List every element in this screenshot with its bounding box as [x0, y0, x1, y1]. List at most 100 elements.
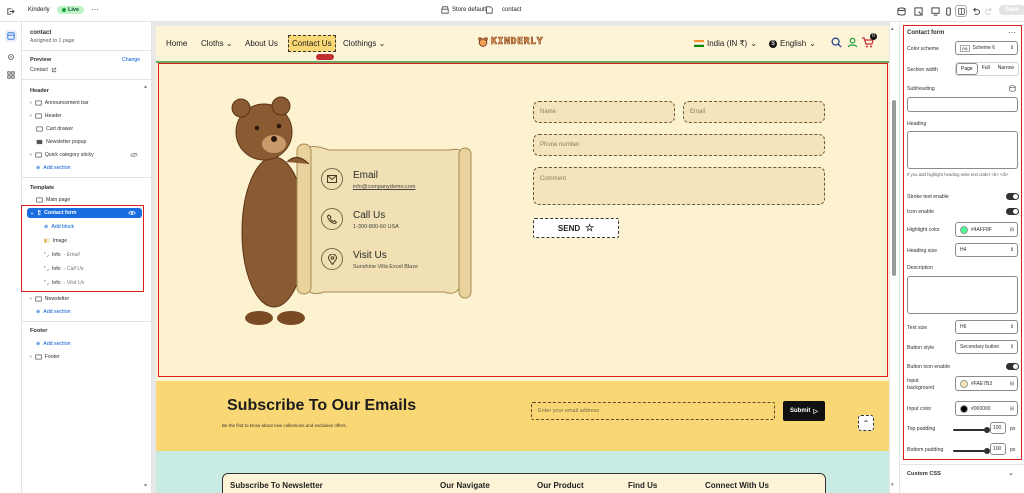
description-label: Description: [907, 265, 933, 271]
heading-textarea[interactable]: [907, 131, 1018, 169]
width-option-page[interactable]: Page: [956, 63, 978, 75]
inspector-icon[interactable]: [912, 5, 924, 17]
subscribe-submit-button[interactable]: Submit ▷: [783, 401, 825, 421]
dynamic-source-icon[interactable]: [1009, 85, 1016, 92]
canvas-scrollbar[interactable]: ▴ ▾: [890, 22, 899, 493]
mobile-view-icon[interactable]: [942, 5, 954, 17]
subscribe-title: Subscribe To Our Emails: [227, 397, 417, 414]
block-sub: - Call Us: [63, 266, 84, 272]
database-icon[interactable]: [895, 5, 907, 17]
name-input[interactable]: Name: [533, 101, 675, 123]
sidebar-item-announcement-bar[interactable]: › Announcement bar: [30, 100, 89, 106]
bottom-padding-slider[interactable]: [953, 450, 985, 452]
scrollbar-thumb[interactable]: [892, 100, 896, 276]
icon-enable-toggle[interactable]: [1006, 208, 1019, 215]
language-selector[interactable]: $ English ⌄: [769, 39, 816, 48]
preview-value[interactable]: Contact: [30, 67, 57, 73]
template-add-section-button[interactable]: ⊕ Add section: [36, 309, 70, 315]
exit-icon[interactable]: [4, 5, 16, 17]
block-info-call[interactable]: ⌜⌟ Info - Call Us: [44, 266, 83, 272]
sidebar-item-footer[interactable]: › Footer: [30, 354, 60, 360]
input-bg-color-picker[interactable]: #FAE7B3 ⊟: [955, 376, 1018, 391]
input-color-picker[interactable]: #000000 ⊟: [955, 401, 1018, 416]
add-block-button[interactable]: ⊕ Add block: [44, 224, 74, 230]
nav-cloths[interactable]: Cloths ⌄: [201, 39, 233, 48]
nav-home[interactable]: Home: [166, 39, 187, 48]
nav-clothings[interactable]: Clothings ⌄: [343, 39, 385, 48]
input-color-value: #000000: [971, 405, 991, 412]
chevron-down-icon[interactable]: ⌄: [1008, 469, 1014, 477]
heading-help-text: If you add highlight heading write text …: [907, 172, 1009, 177]
divider: [22, 177, 152, 178]
store-logo[interactable]: KINDERLY: [478, 36, 543, 47]
top-padding-slider[interactable]: [953, 429, 985, 431]
footer-add-section-button[interactable]: ⊕ Add section: [36, 341, 70, 347]
store-selector[interactable]: Store default: [441, 6, 486, 14]
sections-icon[interactable]: [5, 30, 17, 42]
more-menu-button[interactable]: ···: [91, 5, 99, 14]
sidebar-item-main-page[interactable]: Main page: [36, 197, 70, 203]
sidebar-item-newsletter-popup[interactable]: Newsletter popup: [36, 139, 86, 145]
collapse-icon[interactable]: ▴: [144, 83, 147, 90]
block-info-visit[interactable]: ⌜⌟ Info - Visit Us: [44, 280, 84, 286]
undo-icon[interactable]: [969, 5, 981, 17]
sidebar-item-cart-drawer[interactable]: Cart drawer: [36, 126, 73, 132]
text-size-select[interactable]: H6 ⇕: [955, 320, 1018, 334]
block-image[interactable]: ▮▯ Image: [44, 238, 67, 244]
heading-size-select[interactable]: H4 ⇕: [955, 243, 1018, 257]
sidebar-item-quick-category[interactable]: › Quick category sticky: [30, 152, 94, 158]
color-scheme-select[interactable]: Aa Scheme 6 ⇕: [955, 41, 1018, 55]
scroll-down-icon[interactable]: ▾: [891, 482, 894, 488]
phone-input[interactable]: Phone number: [533, 134, 825, 156]
search-icon[interactable]: [831, 37, 842, 48]
select-arrows-icon: ⇕: [1009, 247, 1014, 253]
subscribe-email-input[interactable]: Enter your email address: [531, 402, 775, 420]
visibility-eye-icon[interactable]: [128, 210, 136, 216]
block-icon: ⌜⌟: [44, 280, 49, 286]
button-icon-toggle[interactable]: [1006, 363, 1019, 370]
info-email-value[interactable]: info@companydemo.com: [353, 184, 415, 190]
phone-icon: [327, 214, 337, 224]
page-selector[interactable]: contact: [485, 6, 521, 14]
country-selector[interactable]: India (IN ₹) ⌄: [694, 39, 757, 48]
top-padding-input[interactable]: 100: [990, 422, 1006, 434]
block-info-email[interactable]: ⌜⌟ Info - Email: [44, 252, 80, 258]
width-option-full[interactable]: Full: [978, 63, 994, 75]
header-add-section-button[interactable]: ⊕ Add section: [36, 165, 70, 171]
scroll-down-icon[interactable]: ▾: [144, 482, 147, 489]
apps-icon[interactable]: [5, 69, 17, 81]
preview-change-link[interactable]: Change: [122, 57, 140, 63]
custom-css-header[interactable]: Custom CSS: [907, 471, 941, 477]
redo-icon[interactable]: [983, 5, 995, 17]
comment-textarea[interactable]: Comment: [533, 167, 825, 205]
stroke-text-toggle[interactable]: [1006, 193, 1019, 200]
button-style-select[interactable]: Secondary button ⇕: [955, 340, 1018, 354]
bottom-padding-input[interactable]: 100: [990, 443, 1006, 455]
description-textarea[interactable]: [907, 276, 1018, 314]
sidebar-item-newsletter[interactable]: › Newsletter: [30, 296, 69, 302]
theme-settings-icon[interactable]: [5, 51, 17, 63]
send-button[interactable]: SEND ☆: [533, 218, 619, 238]
nav-about[interactable]: About Us: [245, 39, 278, 48]
panel-more-button[interactable]: ···: [1008, 28, 1016, 37]
email-input[interactable]: Email: [683, 101, 825, 123]
fullscreen-view-icon[interactable]: [955, 5, 967, 17]
hidden-eye-icon[interactable]: [130, 152, 138, 158]
subheading-input[interactable]: [907, 97, 1018, 112]
width-option-narrow[interactable]: Narrow: [994, 63, 1018, 75]
save-button[interactable]: Save: [999, 5, 1024, 15]
scroll-up-icon[interactable]: ▴: [891, 26, 894, 32]
contact-form-section[interactable]: Email info@companydemo.com Call Us 1-300…: [158, 63, 888, 377]
account-icon[interactable]: [847, 37, 858, 48]
preview-canvas: Home Cloths ⌄ About Us Contact Us Clothi…: [152, 22, 890, 493]
desktop-view-icon[interactable]: [929, 5, 941, 17]
scroll-top-icon[interactable]: ⌃: [858, 415, 874, 431]
section-width-toggle[interactable]: Page Full Narrow: [955, 62, 1019, 76]
contact-form-row[interactable]: ⌄ ⣿ Contact form: [30, 210, 76, 216]
highlight-color-picker[interactable]: #4AFF8F ⊟: [955, 222, 1018, 237]
footer-col-product: Our Product: [537, 481, 584, 490]
sidebar-item-header[interactable]: › Header: [30, 113, 62, 119]
editor-left-rail: [0, 22, 22, 493]
sidebar-item-label: Newsletter popup: [46, 139, 87, 145]
nav-contact[interactable]: Contact Us: [288, 35, 336, 52]
